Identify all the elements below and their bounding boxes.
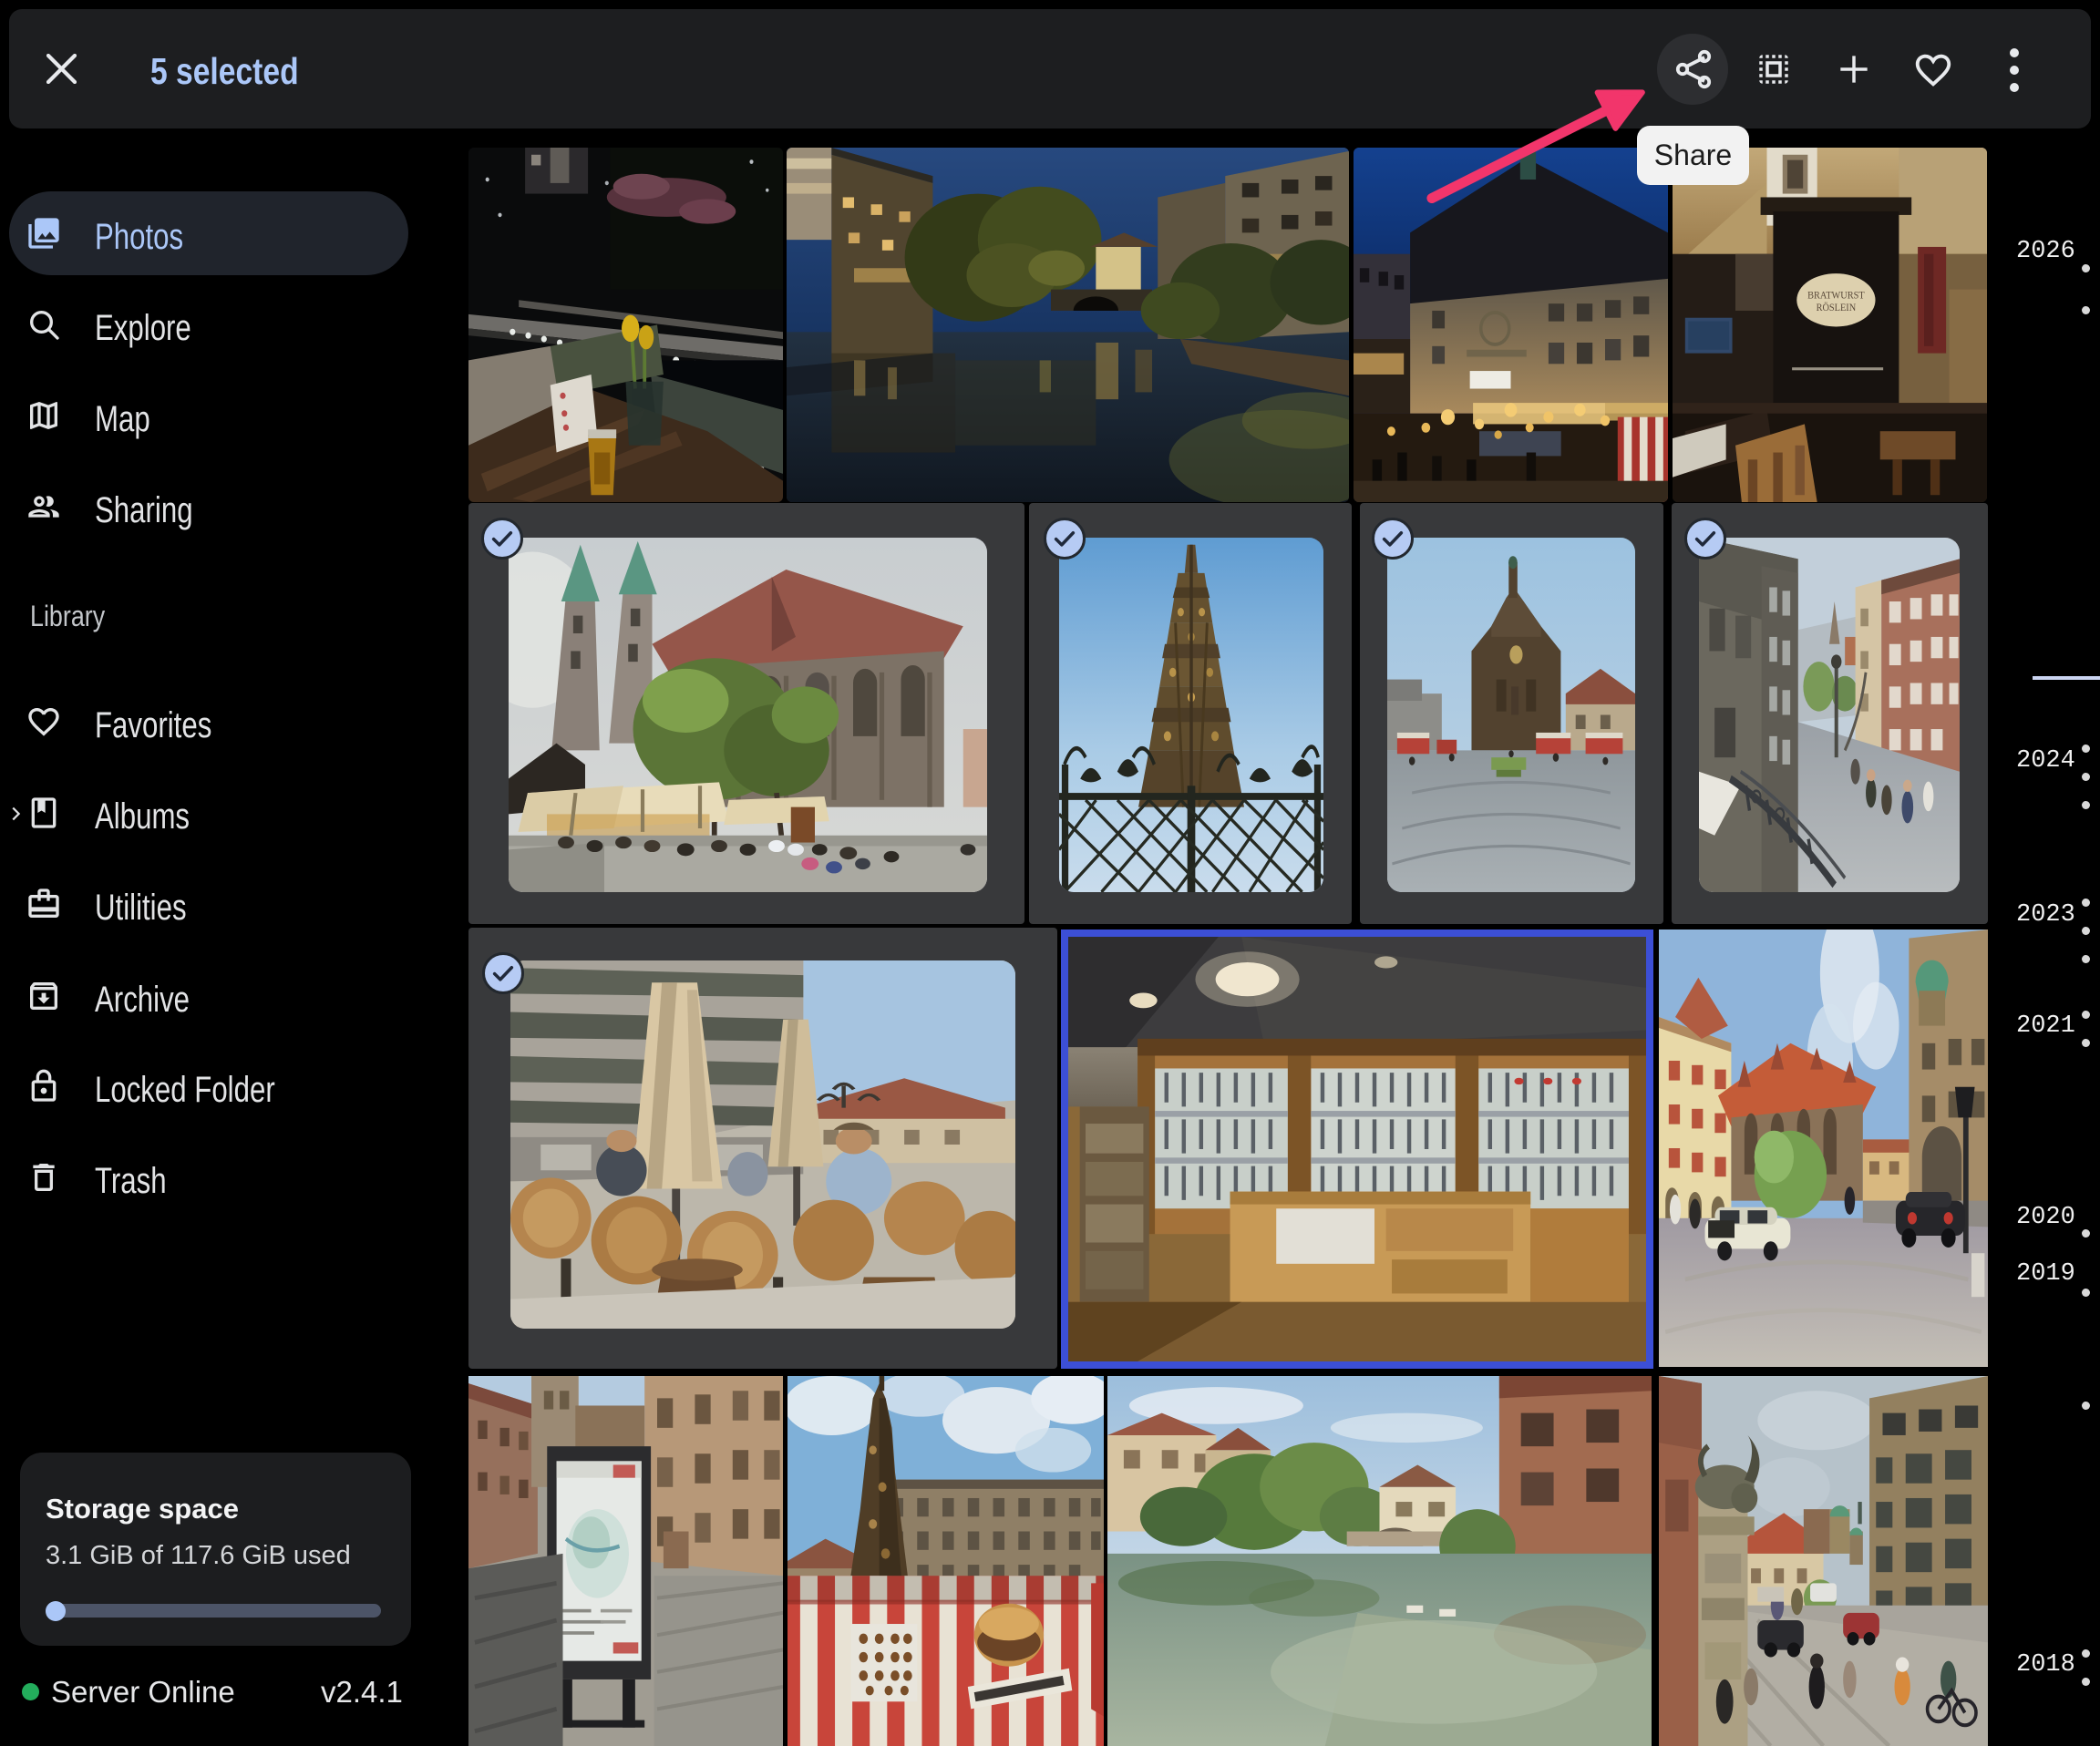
svg-text:BRATWURST: BRATWURST — [1807, 290, 1865, 302]
svg-text:RÖSLEIN: RÖSLEIN — [1817, 302, 1857, 313]
